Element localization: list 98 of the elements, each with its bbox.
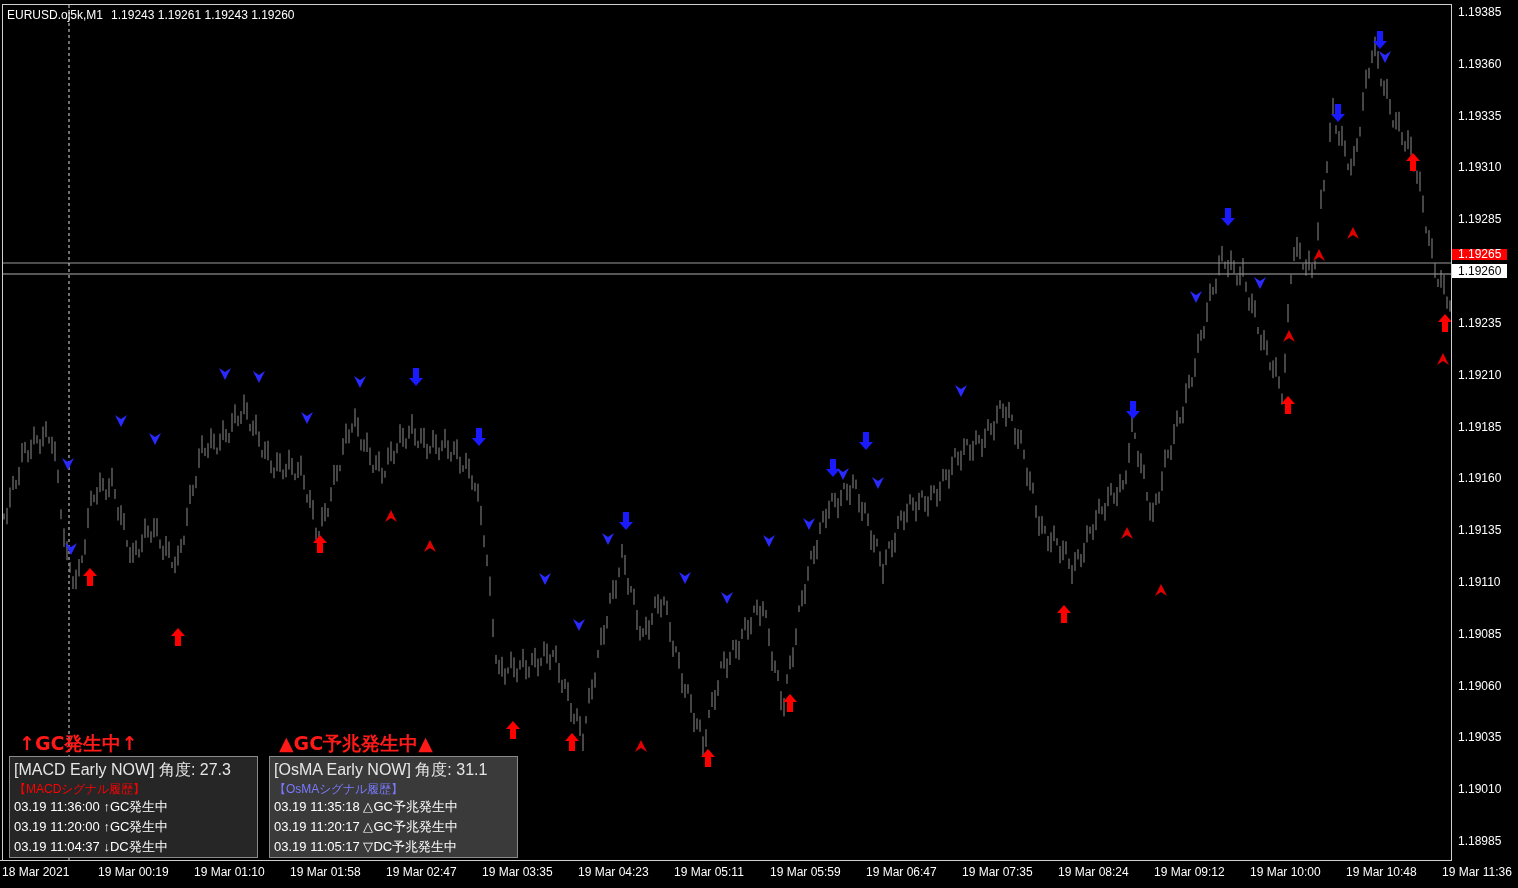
dart-up-icon [1347,227,1359,239]
time-tick: 18 Mar 2021 [2,865,71,881]
arrow-up-icon [565,733,579,751]
last-price-label: 1.19260 [1452,264,1508,279]
arrow-up-icon [1057,605,1071,623]
arrow-up-icon [83,568,97,586]
history-entry: 03.19 11:35:18 △GC予兆発生中 [274,798,459,816]
history-entry: 03.19 11:05:17 ▽DC予兆発生中 [274,838,459,856]
price-tick: 1.19110 [1458,574,1502,589]
time-tick: 19 Mar 05:59 [770,865,842,881]
arrow-up-icon [1406,153,1420,171]
time-tick: 19 Mar 01:10 [194,865,266,881]
dart-down-icon [803,518,815,530]
arrow-down-icon [1373,31,1387,49]
price-tick: 1.19085 [1458,626,1503,641]
dart-up-icon [424,540,436,552]
arrow-down-icon [472,428,486,446]
time-tick: 19 Mar 06:47 [866,865,938,881]
price-tick: 1.19310 [1458,160,1503,175]
price-tick: 1.19185 [1458,419,1503,434]
arrow-down-icon [826,459,840,477]
arrow-down-icon [409,368,423,386]
arrow-up-icon [506,721,520,739]
dart-down-icon [763,535,775,547]
dart-down-icon [65,543,77,555]
time-tick: 19 Mar 05:11 [674,865,745,881]
arrow-up-icon [171,628,185,646]
price-tick: 1.19060 [1458,678,1503,693]
arrow-up-icon [1438,314,1451,332]
dart-down-icon [301,412,313,424]
dart-down-icon [149,433,161,445]
dart-down-icon [354,376,366,388]
dart-down-icon [679,572,691,584]
dart-down-icon [219,368,231,380]
price-tick: 1.19235 [1458,315,1503,330]
arrow-up-icon [783,694,797,712]
signal-headline: ↑GC発生中↑ [19,731,138,756]
bid-price-label: 1.19265 [1452,249,1508,260]
symbol-label: EURUSD.oj5k,M1 [7,8,104,22]
arrow-up-icon [1281,396,1295,414]
price-tick: 1.19285 [1458,212,1503,227]
time-tick: 19 Mar 09:12 [1154,865,1226,881]
arrow-up-icon [701,749,715,767]
price-tick: 1.19210 [1458,367,1503,382]
dart-down-icon [602,533,614,545]
history-title: 【MACDシグナル履歴】 [14,781,147,797]
dart-down-icon [573,619,585,631]
dart-down-icon [1379,51,1391,63]
dart-down-icon [539,573,551,585]
dart-down-icon [1190,291,1202,303]
price-tick: 1.19135 [1458,523,1503,538]
arrow-up-icon [313,535,327,553]
time-tick: 19 Mar 07:35 [962,865,1034,881]
time-tick: 19 Mar 10:00 [1250,865,1322,881]
dart-down-icon [837,468,849,480]
time-tick: 19 Mar 00:19 [98,865,170,881]
time-tick: 19 Mar 01:58 [290,865,362,881]
arrow-down-icon [1221,208,1235,226]
panel-title: [OsMA Early NOW] 角度: 31.1 [274,760,489,780]
signal-headline: ▲GC予兆発生中▲ [279,731,433,756]
dart-up-icon [1155,584,1167,596]
dart-down-icon [115,415,127,427]
history-entry: 03.19 11:20:00 ↑GC発生中 [14,818,170,836]
dart-down-icon [955,385,967,397]
history-entry: 03.19 11:20:17 △GC予兆発生中 [274,818,459,836]
time-tick: 19 Mar 04:23 [578,865,650,881]
price-tick: 1.19160 [1458,471,1503,486]
history-title: 【OsMAシグナル履歴】 [274,781,405,797]
panel-title: [MACD Early NOW] 角度: 27.3 [14,760,232,780]
price-tick: 1.19010 [1458,782,1503,797]
time-tick: 19 Mar 02:47 [386,865,458,881]
time-tick: 19 Mar 08:24 [1058,865,1130,881]
arrow-down-icon [1126,401,1140,419]
dart-down-icon [253,371,265,383]
time-tick: 19 Mar 10:48 [1346,865,1418,881]
price-tick: 1.19360 [1458,56,1503,71]
arrow-down-icon [1331,104,1345,122]
time-tick: 19 Mar 03:35 [482,865,554,881]
history-entry: 03.19 11:36:00 ↑GC発生中 [14,798,170,816]
history-entry: 03.19 11:04:37 ↓DC発生中 [14,838,169,856]
dart-up-icon [635,740,647,752]
time-tick: 19 Mar 11:36 [1442,865,1513,881]
dart-up-icon [1313,249,1325,261]
dart-down-icon [62,458,74,470]
dart-down-icon [721,592,733,604]
dart-up-icon [1437,353,1449,365]
price-tick: 1.19035 [1458,730,1503,745]
dart-up-icon [385,510,397,522]
ohlc-values: 1.19243 1.19261 1.19243 1.19260 [111,8,295,22]
arrow-down-icon [859,432,873,450]
price-tick: 1.19335 [1458,108,1503,123]
dart-down-icon [1254,277,1266,289]
dart-up-icon [1121,527,1133,539]
arrow-down-icon [619,512,633,530]
price-tick: 1.19385 [1458,5,1503,19]
price-tick: 1.18985 [1458,834,1503,848]
dart-up-icon [1283,330,1295,342]
dart-down-icon [872,477,884,489]
